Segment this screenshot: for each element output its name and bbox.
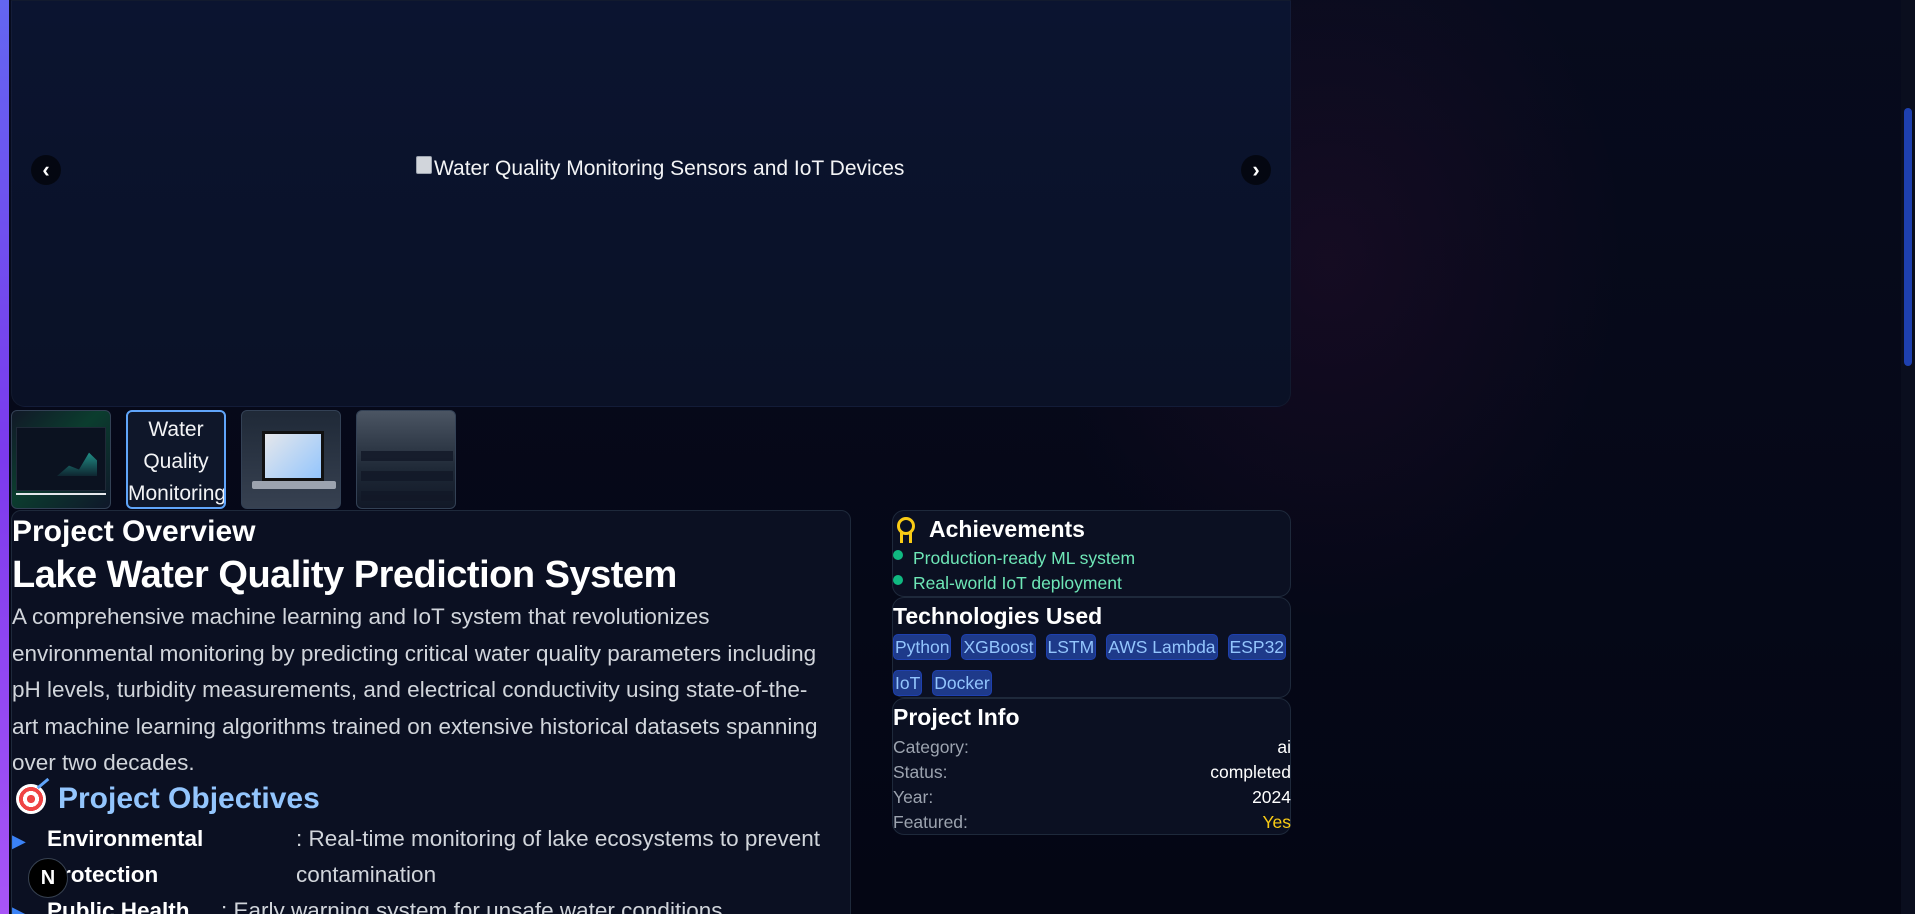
thumbnail-1[interactable] <box>11 410 111 509</box>
objective-item: ▶ Environmental Protection : Real-time m… <box>12 821 852 893</box>
broken-image-icon <box>416 156 432 174</box>
thumbnail-2[interactable]: Water Quality Monitoring <box>126 410 226 509</box>
triangle-bullet-icon: ▶ <box>12 903 26 914</box>
technology-tags: Python XGBoost LSTM AWS Lambda ESP32 IoT… <box>893 634 1293 696</box>
info-row-category: Category: ai <box>893 737 1291 757</box>
achievement-item: Real-world IoT deployment <box>893 573 1122 594</box>
carousel-prev-button[interactable]: ‹ <box>31 155 61 185</box>
objective-item: ▶ Public Health : Early warning system f… <box>12 893 852 914</box>
carousel-image-alt-text: Water Quality Monitoring Sensors and IoT… <box>434 157 905 180</box>
scrollbar-thumb[interactable] <box>1904 108 1912 366</box>
triangle-bullet-icon: ▶ <box>12 831 26 851</box>
project-description: A comprehensive machine learning and IoT… <box>12 604 818 775</box>
bullet-dot-icon <box>893 549 903 560</box>
chevron-right-icon: › <box>1252 157 1260 182</box>
project-title: Lake Water Quality Prediction System <box>12 554 677 596</box>
technologies-card: Technologies Used Python XGBoost LSTM AW… <box>892 597 1291 698</box>
dashboard-thumbnail-image <box>16 427 106 491</box>
achievements-card: Achievements Production-ready ML system … <box>892 510 1291 597</box>
tech-tag: LSTM <box>1045 634 1097 660</box>
tech-tag: ESP32 <box>1227 634 1287 660</box>
thumbnail-4[interactable] <box>356 410 456 509</box>
bullet-dot-icon <box>893 574 903 585</box>
info-row-year: Year: 2024 <box>893 787 1291 807</box>
image-carousel: Water Quality Monitoring Sensors and IoT… <box>11 0 1291 407</box>
laptop-thumbnail-image <box>262 431 324 481</box>
award-icon <box>897 516 915 543</box>
thumbnail-strip: Water Quality Monitoring <box>11 410 456 509</box>
featured-value: Yes <box>1262 812 1291 832</box>
tech-tag: Python <box>893 634 952 660</box>
target-icon <box>16 784 46 814</box>
section-label: Project Overview <box>12 515 256 548</box>
technologies-heading: Technologies Used <box>893 603 1103 629</box>
chevron-left-icon: ‹ <box>42 157 50 182</box>
achievements-heading: Achievements <box>929 516 1085 542</box>
project-info-card: Project Info Category: ai Status: comple… <box>892 698 1291 835</box>
tech-tag: Docker <box>932 670 992 696</box>
thumbnail-alt-text: Water Quality Monitoring <box>128 418 226 505</box>
tech-tag: XGBoost <box>961 634 1036 660</box>
info-row-featured: Featured: Yes <box>893 812 1291 832</box>
tech-tag: IoT <box>893 670 923 696</box>
achievement-item: Production-ready ML system <box>893 548 1135 569</box>
thumbnail-3[interactable] <box>241 410 341 509</box>
tech-tag: AWS Lambda <box>1106 634 1218 660</box>
carousel-next-button[interactable]: › <box>1241 155 1271 185</box>
left-accent-bar <box>0 0 9 914</box>
info-row-status: Status: completed <box>893 762 1291 782</box>
project-overview-card: Project Overview Lake Water Quality Pred… <box>11 510 851 914</box>
objectives-heading: Project Objectives <box>16 782 320 816</box>
nextjs-dev-badge[interactable]: N <box>28 858 68 898</box>
project-info-heading: Project Info <box>893 704 1020 730</box>
carousel-main-image: Water Quality Monitoring Sensors and IoT… <box>416 156 905 181</box>
